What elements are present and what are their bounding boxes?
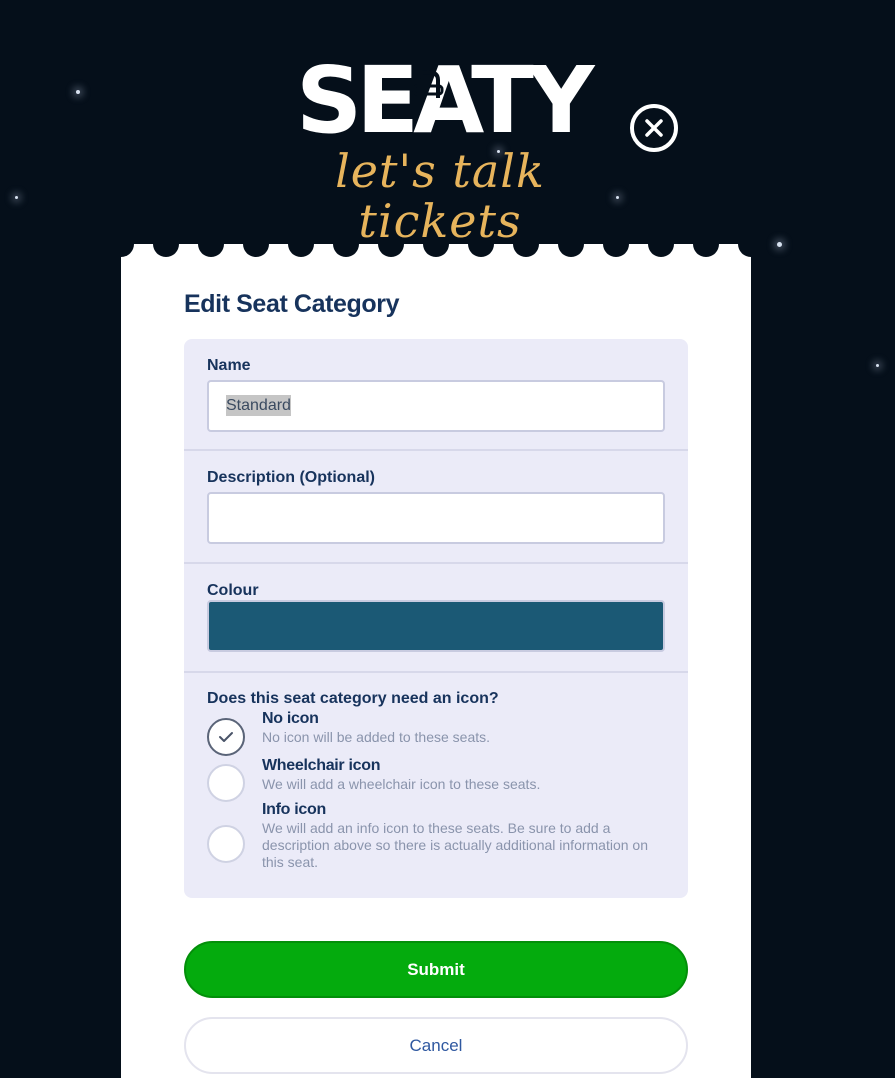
page-title: Edit Seat Category [184,290,400,318]
name-label: Name [207,357,251,374]
seaty-logo: SEATY let's talk tickets [280,55,600,247]
description-label: Description (Optional) [207,469,375,486]
colour-picker[interactable] [207,600,665,652]
name-input-value: Standard [226,395,291,416]
icon-choice-section: Does this seat category need an icon? No… [184,673,688,898]
name-input[interactable]: Standard [207,380,665,432]
colour-label: Colour [207,582,259,599]
radio-no-icon[interactable] [207,718,245,756]
radio-option-wheelchair-icon[interactable]: Wheelchair icon We will add a wheelchair… [207,757,667,804]
star [15,196,18,199]
radio-option-no-icon[interactable]: No icon No icon will be added to these s… [207,710,667,757]
radio-option-info-icon[interactable]: Info icon We will add an info icon to th… [207,801,667,878]
close-button[interactable] [630,104,678,152]
option-description: No icon will be added to these seats. [262,729,491,745]
ticket-scallop-edge [121,244,751,264]
star [777,242,782,247]
description-input[interactable] [207,492,665,544]
radio-wheelchair-icon[interactable] [207,764,245,802]
cancel-button[interactable]: Cancel [184,1017,688,1074]
tagline: let's talk tickets [335,144,545,248]
close-icon [645,119,663,137]
check-icon [219,732,233,742]
name-section: Name Standard [184,339,688,451]
colour-section: Colour [184,564,688,673]
edit-seat-category-card: Edit Seat Category Name Standard Descrip… [121,244,751,1078]
radio-info-icon[interactable] [207,825,245,863]
star [76,90,80,94]
option-title: No icon [262,710,319,727]
option-title: Info icon [262,801,326,818]
form-panel: Name Standard Description (Optional) Col… [184,339,688,898]
option-description: We will add an info icon to these seats.… [262,820,649,870]
seat-icon [412,69,444,98]
star [616,196,619,199]
icon-choice-question: Does this seat category need an icon? [207,690,499,707]
star [876,364,879,367]
option-description: We will add a wheelchair icon to these s… [262,776,541,792]
option-title: Wheelchair icon [262,757,381,774]
submit-button[interactable]: Submit [184,941,688,998]
description-section: Description (Optional) [184,451,688,564]
